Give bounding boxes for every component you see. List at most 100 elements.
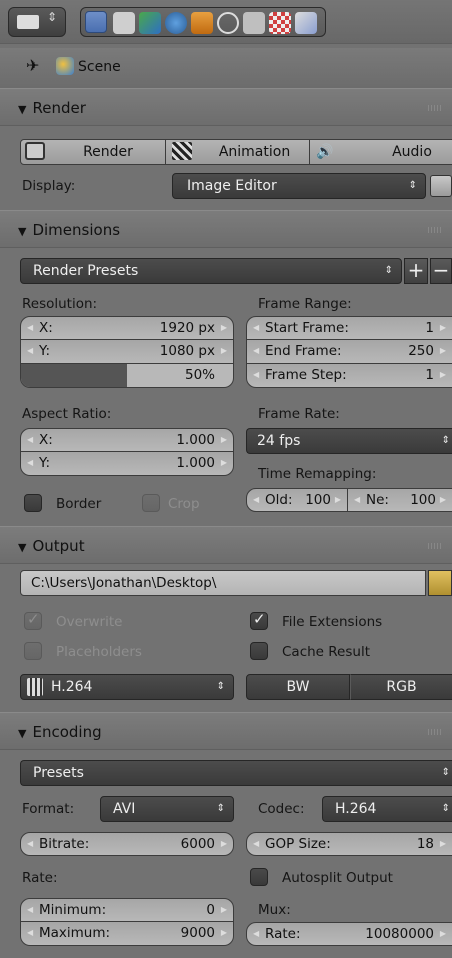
check-icon: ✓ [253,610,266,628]
resolution-y-field[interactable]: ◀ Y: 1080 px ▶ [20,340,234,364]
overwrite-label: Overwrite [56,614,123,630]
add-preset-button[interactable]: + [404,258,428,284]
dimensions-panel-header[interactable]: ▼ Dimensions [0,210,452,248]
pin-icon[interactable]: ✈ [26,56,39,75]
updown-arrows-icon: ⇕ [216,681,225,692]
output-path-input[interactable]: C:\Users\Jonathan\Desktop\ [20,570,426,596]
display-label: Display: [22,178,76,194]
render-panel-header[interactable]: ▼ Render [0,88,452,126]
world-tab-icon[interactable] [165,12,187,34]
aspect-y-field[interactable]: ◀ Y: 1.000 ▶ [20,452,234,476]
camera-icon [25,142,45,160]
modifiers-tab-icon[interactable] [243,12,265,34]
encoding-presets-dropdown[interactable]: Presets ⇕ [20,760,452,786]
field-value: 10080000 [365,926,434,942]
output-panel-header[interactable]: ▼ Output [0,526,452,564]
frame-step-field[interactable]: ◀ Frame Step: 1 ▶ [246,364,452,388]
remap-new-field[interactable]: ◀ Ne: 100 ▶ [348,488,452,512]
drag-grip-icon[interactable] [428,729,442,735]
start-frame-field[interactable]: ◀ Start Frame: 1 ▶ [246,316,452,340]
remove-preset-button[interactable]: − [430,258,452,284]
bitrate-field[interactable]: ◀ Bitrate: 6000 ▶ [20,832,234,856]
time-remapping-label: Time Remapping: [258,466,377,482]
field-value: 100 [305,492,331,508]
container-format-value: AVI [113,801,136,817]
display-dropdown[interactable]: Image Editor ⇕ [172,173,426,199]
editor-type-button[interactable]: ⇕ [8,7,66,37]
field-label: Y: [39,343,51,359]
placeholders-checkbox[interactable] [24,642,42,660]
physics-tab-icon[interactable] [295,12,317,34]
end-frame-field[interactable]: ◀ End Frame: 250 ▶ [246,340,452,364]
cache-result-label: Cache Result [282,644,370,660]
container-format-dropdown[interactable]: AVI ⇕ [100,796,234,822]
field-value: 100 [410,492,436,508]
folder-icon[interactable] [428,570,452,596]
constraints-tab-icon[interactable] [217,12,239,34]
bw-label: BW [286,679,310,695]
encoding-panel-header[interactable]: ▼ Encoding [0,712,452,750]
field-label: X: [39,320,53,336]
audio-button[interactable]: 🔊 Audio [310,139,452,165]
codec-value: H.264 [335,801,377,817]
file-extensions-checkbox[interactable]: ✓ [250,610,268,630]
cache-result-checkbox[interactable] [250,642,268,660]
drag-grip-icon[interactable] [428,543,442,549]
animation-button[interactable]: Animation [166,139,310,165]
aspect-ratio-label: Aspect Ratio: [22,406,112,422]
drag-grip-icon[interactable] [428,105,442,111]
collapse-triangle-icon: ▼ [18,225,27,238]
remap-old-field[interactable]: ◀ Old: 100 ▶ [246,488,348,512]
panel-title: Render [32,99,86,117]
overwrite-checkbox[interactable]: ✓ [24,610,42,630]
context-tabs [80,7,326,37]
mux-label: Mux: [258,902,291,918]
gop-size-field[interactable]: ◀ GOP Size: 18 ▶ [246,832,452,856]
check-icon: ✓ [27,610,40,628]
rgb-toggle[interactable]: RGB [350,674,452,700]
field-label: Start Frame: [265,320,349,336]
rate-minimum-field[interactable]: ◀ Minimum: 0 ▶ [20,898,234,922]
lock-icon[interactable] [430,175,452,197]
texture-tab-icon[interactable] [269,12,291,34]
crop-checkbox[interactable] [142,494,160,512]
film-icon [27,678,43,696]
properties-editor-icon [17,15,39,29]
aspect-x-field[interactable]: ◀ X: 1.000 ▶ [20,428,234,452]
speaker-icon: 🔊 [316,144,334,160]
autosplit-checkbox[interactable] [250,868,268,886]
field-value: 1080 px [159,343,215,359]
frame-rate-value: 24 fps [257,433,301,449]
object-tab-icon[interactable] [191,12,213,34]
scene-icon [56,57,74,75]
render-tab-icon[interactable] [85,11,107,33]
field-value: 6000 [180,836,215,852]
breadcrumb: ✈ Scene [0,48,452,88]
render-presets-dropdown[interactable]: Render Presets ⇕ [20,258,402,284]
bw-toggle[interactable]: BW [246,674,350,700]
codec-dropdown[interactable]: H.264 ⇕ [322,796,452,822]
scene-tab-icon[interactable] [139,12,161,34]
rate-label: Rate: [22,870,58,886]
frame-rate-label: Frame Rate: [258,406,340,422]
panel-title: Output [32,537,85,555]
output-format-dropdown[interactable]: H.264 ⇕ [20,674,234,700]
resolution-percentage-slider[interactable]: 50% [20,364,234,388]
frame-rate-dropdown[interactable]: 24 fps ⇕ [246,428,452,454]
field-label: Ne: [366,492,389,508]
updown-arrows-icon: ⇕ [384,265,393,276]
field-label: Maximum: [39,925,111,941]
resolution-x-field[interactable]: ◀ X: 1920 px ▶ [20,316,234,340]
mux-rate-field[interactable]: ◀ Rate: 10080000 ▶ [246,922,452,946]
render-button[interactable]: Render [20,139,166,165]
animation-button-label: Animation [218,144,291,160]
render-layers-tab-icon[interactable] [113,12,135,34]
presets-value: Presets [33,765,84,781]
presets-value: Render Presets [33,263,139,279]
border-checkbox[interactable] [24,494,42,512]
rate-maximum-field[interactable]: ◀ Maximum: 9000 ▶ [20,922,234,946]
crop-label: Crop [168,496,200,512]
scene-label: Scene [78,59,121,75]
field-label: Rate: [265,926,301,942]
drag-grip-icon[interactable] [428,227,442,233]
